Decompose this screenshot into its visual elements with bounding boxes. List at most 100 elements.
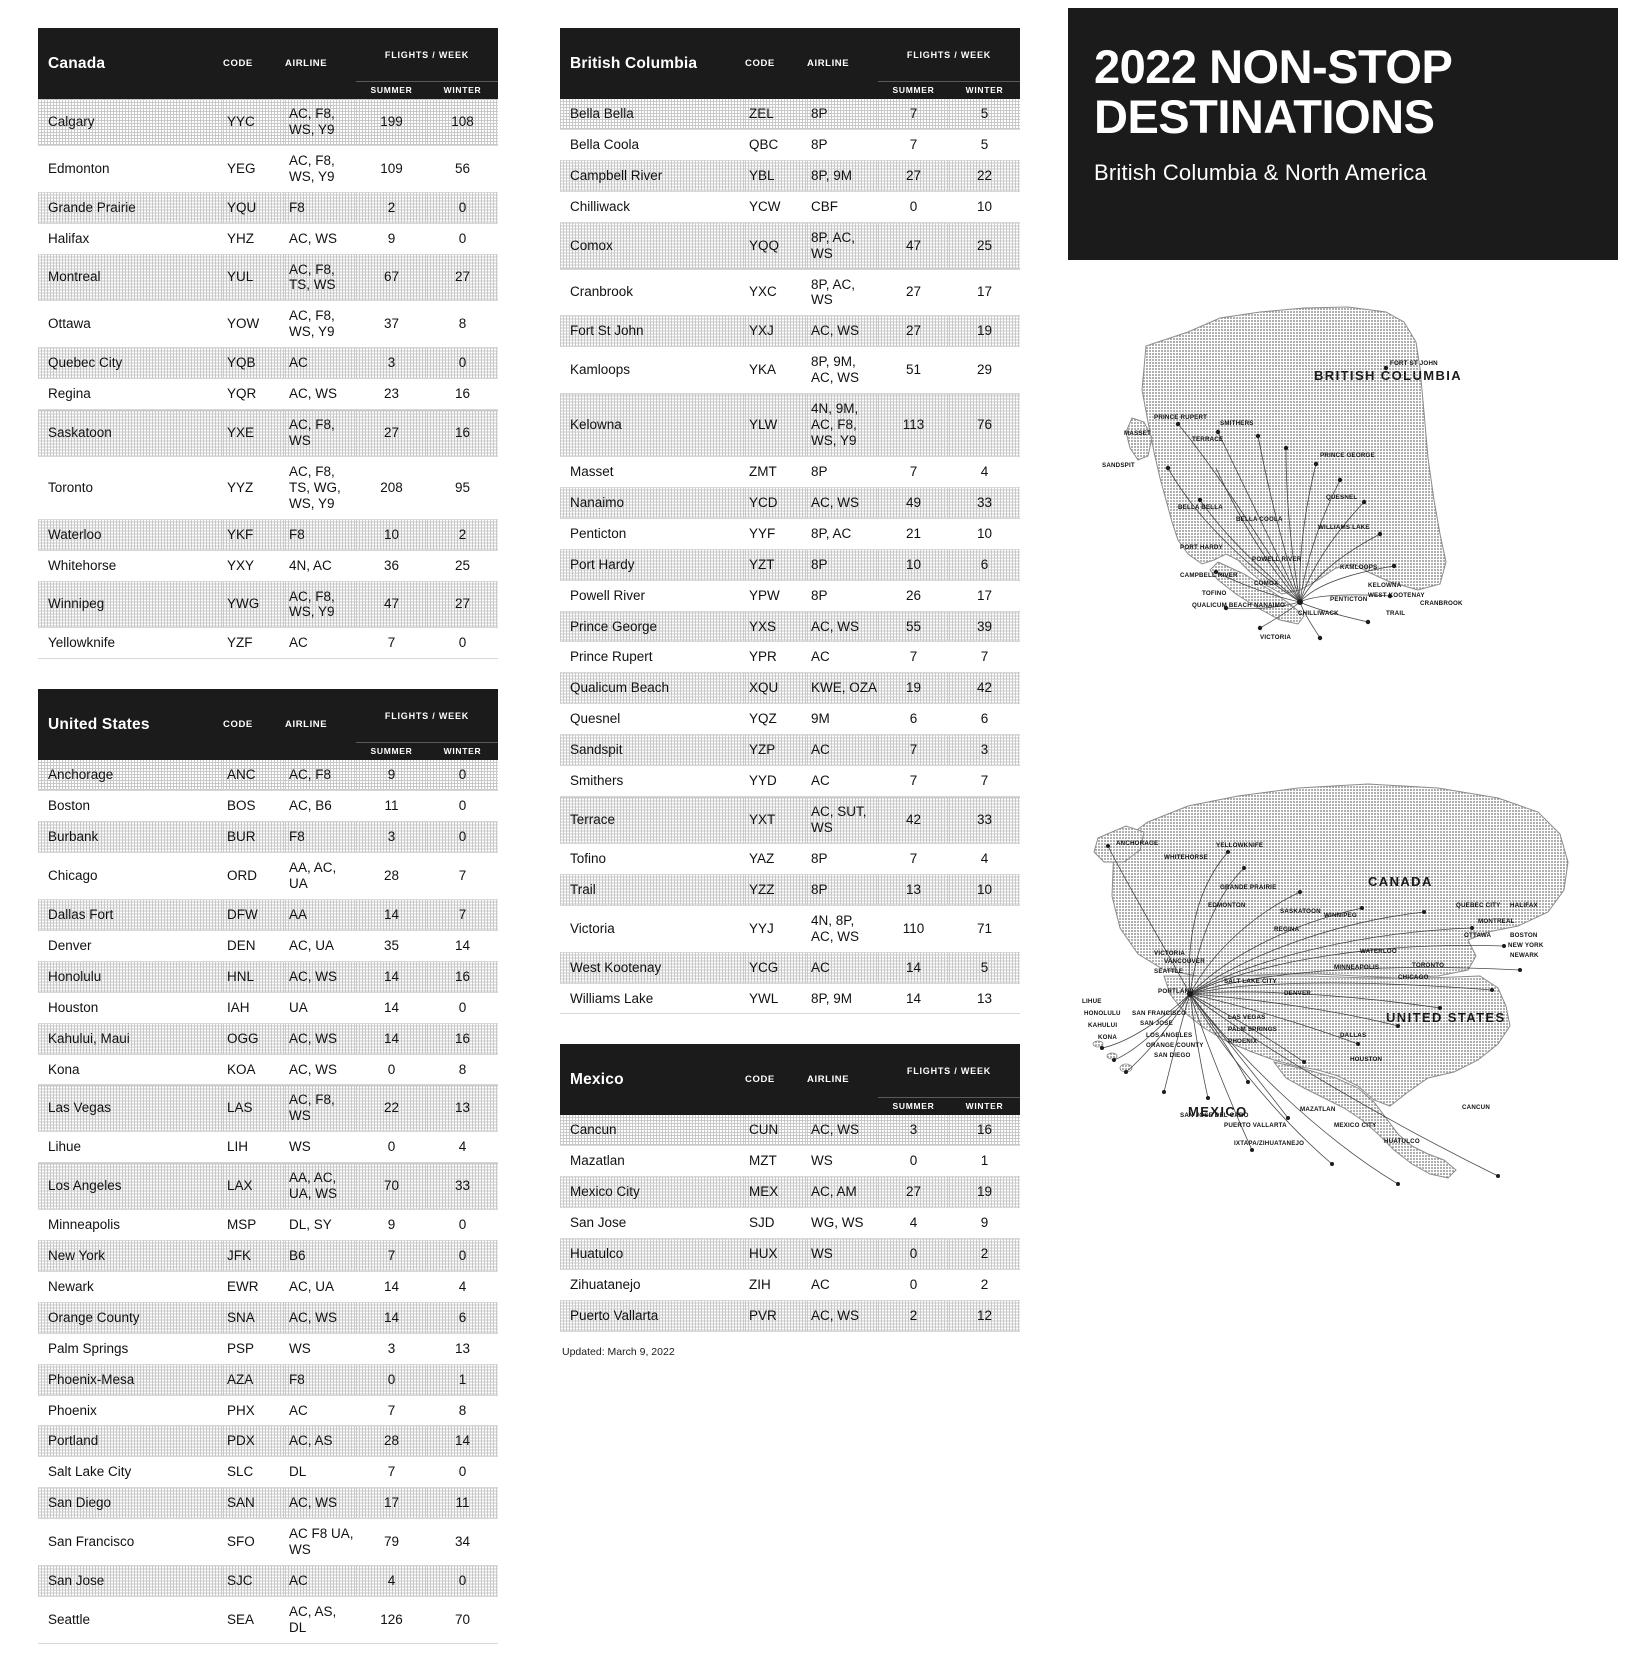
na-city-puerto-vallarta: PUERTO VALLARTA: [1224, 1122, 1287, 1129]
table-row: Phoenix PHX AC 7 8: [38, 1395, 498, 1427]
cell-winter: 0: [427, 821, 498, 854]
cell-city: Portland: [38, 1425, 223, 1458]
cell-code: YAZ: [745, 843, 807, 875]
na-city-grande-prairie: GRANDE PRAIRIE: [1220, 884, 1277, 891]
cell-airlines: WS: [807, 1145, 878, 1178]
table-canada-wrap: Canada CODE AIRLINE FLIGHTS / WEEK SUMME…: [38, 28, 498, 660]
cell-summer: 7: [878, 734, 949, 767]
cell-airlines: 8P: [807, 843, 878, 875]
bc-map-svg: [1125, 306, 1447, 641]
cell-city: Grande Prairie: [38, 192, 223, 224]
cell-code: ORD: [223, 852, 285, 900]
cell-airlines: AC, WS: [807, 315, 878, 348]
cell-winter: 34: [427, 1518, 498, 1567]
region-title-united-states: United States: [38, 689, 223, 761]
bc-city-trail: TRAIL: [1386, 610, 1406, 617]
na-region-label-united-states: UNITED STATES: [1386, 1010, 1506, 1025]
cell-airlines: UA: [285, 992, 356, 1024]
cell-summer: 21: [878, 518, 949, 550]
cell-winter: 33: [949, 487, 1020, 519]
cell-summer: 0: [356, 1054, 427, 1086]
cell-winter: 22: [949, 160, 1020, 192]
na-city-newark: NEWARK: [1510, 952, 1539, 959]
cell-winter: 0: [427, 1456, 498, 1489]
na-city-new-york: NEW YORK: [1508, 942, 1544, 949]
cell-airlines: 8P: [807, 99, 878, 130]
na-city-ottawa: OTTAWA: [1464, 932, 1492, 939]
cell-airlines: 8P, AC, WS: [807, 222, 878, 270]
table-row: Prince Rupert YPR AC 7 7: [560, 641, 1020, 674]
cell-winter: 3: [949, 734, 1020, 767]
na-city-saskatoon: SASKATOON: [1280, 908, 1321, 915]
cell-winter: 5: [949, 129, 1020, 161]
page-title-line2: DESTINATIONS: [1094, 89, 1435, 143]
cell-summer: 0: [356, 1131, 427, 1164]
cell-code: YWG: [223, 581, 285, 629]
cell-airlines: AC: [807, 641, 878, 674]
table-british-columbia: British Columbia CODE AIRLINE FLIGHTS / …: [560, 28, 1020, 1015]
cell-airlines: AC, AS, DL: [285, 1596, 356, 1644]
table-row: Montreal YUL AC, F8, TS, WS 67 27: [38, 254, 498, 302]
cell-city: Sandspit: [560, 734, 745, 767]
cell-summer: 0: [878, 191, 949, 223]
cell-code: PVR: [745, 1300, 807, 1332]
cell-airlines: WS: [807, 1238, 878, 1271]
cell-airlines: AC, WS: [807, 1115, 878, 1147]
cell-city: Calgary: [38, 99, 223, 146]
cell-winter: 71: [949, 905, 1020, 953]
cell-code: YXJ: [745, 315, 807, 348]
cell-airlines: WS: [285, 1333, 356, 1365]
table-row: Whitehorse YXY 4N, AC 36 25: [38, 550, 498, 582]
table-row: Edmonton YEG AC, F8, WS, Y9 109 56: [38, 145, 498, 193]
bc-city-fort-st-john: FORT ST JOHN: [1390, 360, 1438, 367]
cell-summer: 126: [356, 1596, 427, 1644]
cell-winter: 6: [427, 1302, 498, 1334]
cell-airlines: AC, SUT, WS: [807, 796, 878, 844]
cell-summer: 14: [878, 952, 949, 984]
cell-code: YQQ: [745, 222, 807, 270]
cell-winter: 56: [427, 145, 498, 193]
table-row: Portland PDX AC, AS 28 14: [38, 1425, 498, 1458]
table-row: Bella Coola QBC 8P 7 5: [560, 129, 1020, 161]
cell-city: Saskatoon: [38, 409, 223, 457]
na-city-kahului: KAHULUI: [1088, 1022, 1118, 1029]
bc-city-terrace: TERRACE: [1192, 436, 1224, 443]
cell-code: YYZ: [223, 456, 285, 520]
cell-city: Cancun: [560, 1115, 745, 1147]
cell-airlines: AC, WS: [285, 1023, 356, 1055]
cell-winter: 13: [427, 1084, 498, 1133]
cell-airlines: AC, F8, TS, WS: [285, 254, 356, 302]
cell-code: DEN: [223, 930, 285, 962]
cell-code: HNL: [223, 961, 285, 993]
table-canada-head: Canada CODE AIRLINE FLIGHTS / WEEK SUMME…: [38, 28, 498, 99]
na-city-winnipeg: WINNIPEG: [1324, 912, 1357, 919]
cell-winter: 7: [949, 641, 1020, 674]
cell-city: Yellowknife: [38, 627, 223, 660]
cell-summer: 2: [356, 192, 427, 224]
cell-city: Palm Springs: [38, 1333, 223, 1365]
middle-column: British Columbia CODE AIRLINE FLIGHTS / …: [560, 28, 1020, 1388]
cell-winter: 14: [427, 930, 498, 962]
na-city-phoenix: PHOENIX: [1228, 1038, 1258, 1045]
cell-airlines: 8P, AC: [807, 518, 878, 550]
table-row: Port Hardy YZT 8P 10 6: [560, 549, 1020, 581]
cell-code: PHX: [223, 1395, 285, 1427]
cell-summer: 19: [878, 672, 949, 705]
cell-city: Kahului, Maui: [38, 1023, 223, 1055]
cell-code: BOS: [223, 790, 285, 823]
cell-airlines: F8: [285, 192, 356, 224]
cell-city: Orange County: [38, 1302, 223, 1334]
bc-city-prince-george: PRINCE GEORGE: [1320, 452, 1375, 459]
cell-summer: 35: [356, 930, 427, 962]
cell-city: Port Hardy: [560, 549, 745, 581]
cell-code: DFW: [223, 899, 285, 931]
cell-city: Tofino: [560, 843, 745, 875]
col-winter: WINTER: [949, 81, 1020, 99]
na-city-mazatlan: MAZATLAN: [1300, 1106, 1336, 1113]
updated-text: Updated: March 9, 2022: [562, 1345, 675, 1358]
cell-summer: 36: [356, 550, 427, 582]
cell-summer: 14: [356, 1271, 427, 1303]
cell-code: HUX: [745, 1238, 807, 1271]
cell-summer: 11: [356, 790, 427, 823]
cell-summer: 199: [356, 99, 427, 146]
